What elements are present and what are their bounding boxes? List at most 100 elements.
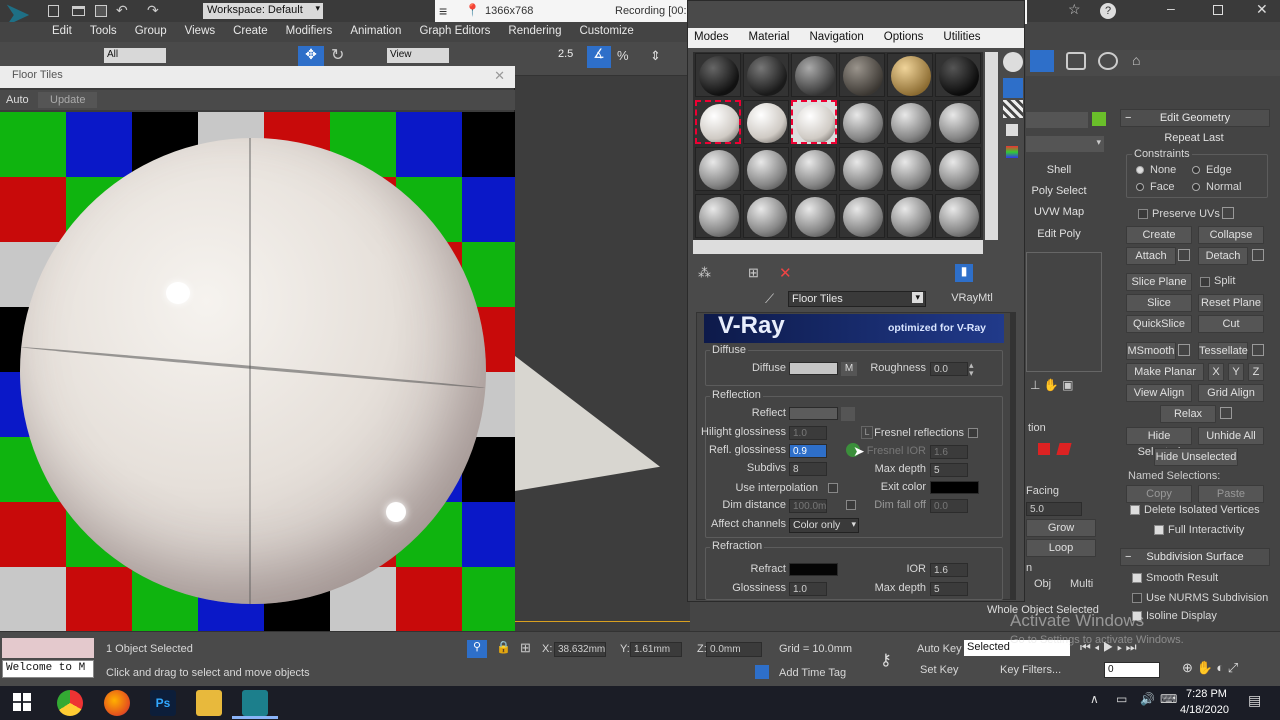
diffuse-color-swatch[interactable] (789, 362, 838, 375)
full-interactivity-checkbox[interactable] (1154, 525, 1164, 535)
make-planar-button[interactable]: Make Planar (1126, 363, 1204, 381)
make-planar-y-button[interactable]: Y (1228, 363, 1244, 381)
workspace-dropdown[interactable]: Workspace: Default ▾ (203, 3, 323, 19)
menu-utilities[interactable]: Utilities (937, 28, 980, 43)
cut-button[interactable]: Cut (1198, 315, 1264, 333)
unhide-all-button[interactable]: Unhide All (1198, 427, 1264, 445)
delete-material-icon[interactable]: ✕ (779, 264, 792, 282)
assign-material-icon[interactable]: ⊞ (748, 265, 759, 281)
slots-h-scrollbar[interactable] (693, 240, 983, 254)
window-close-icon[interactable]: ✕ (1256, 1, 1268, 18)
help-icon[interactable]: ? (1100, 3, 1116, 19)
dim-distance-input[interactable]: 100.0m (789, 499, 827, 513)
refraction-glossiness-input[interactable]: 1.0 (789, 582, 827, 596)
refl-glossiness-input[interactable]: 0.9 (789, 444, 827, 458)
menu-graph-editors[interactable]: Graph Editors (410, 22, 499, 37)
sample-type-icon[interactable] (1003, 52, 1023, 72)
slice-plane-button[interactable]: Slice Plane (1126, 273, 1192, 291)
modify-tab-icon[interactable] (1066, 52, 1086, 70)
split-checkbox[interactable] (1200, 277, 1210, 287)
menu-material[interactable]: Material (743, 28, 790, 43)
fresnel-reflections-checkbox[interactable] (968, 428, 978, 438)
material-sample-slot[interactable] (791, 147, 837, 191)
roughness-input[interactable]: 0.0 (930, 362, 968, 376)
grid-align-button[interactable]: Grid Align (1198, 384, 1264, 402)
refraction-ior-input[interactable]: 1.6 (930, 563, 968, 577)
material-name-dropdown[interactable]: Floor Tiles ▾ (788, 291, 926, 307)
relax-button[interactable]: Relax (1160, 405, 1216, 423)
detach-button[interactable]: Detach (1198, 247, 1248, 265)
constraint-normal-radio[interactable] (1192, 183, 1200, 191)
material-sample-slot[interactable] (887, 147, 933, 191)
hierarchy-tab-icon[interactable] (1098, 52, 1118, 70)
make-planar-x-button[interactable]: X (1208, 363, 1224, 381)
copy-button[interactable]: Copy (1126, 485, 1192, 503)
subdivs-input[interactable]: 8 (789, 462, 827, 476)
qat-save-icon[interactable] (95, 5, 107, 17)
loop-button[interactable]: Loop (1026, 539, 1096, 557)
material-sample-slot[interactable] (935, 194, 981, 238)
add-time-tag-button[interactable]: Add Time Tag (779, 667, 846, 679)
material-sample-slot[interactable] (839, 53, 885, 97)
edit-geometry-rollout-header[interactable]: − Edit Geometry (1120, 109, 1270, 127)
auto-button[interactable]: Auto (6, 94, 29, 106)
material-sample-slot[interactable] (839, 147, 885, 191)
constraint-edge-radio[interactable] (1192, 166, 1200, 174)
menu-modes[interactable]: Modes (688, 28, 729, 43)
material-sample-slot[interactable] (743, 53, 789, 97)
selection-filter-dropdown[interactable]: All (104, 48, 166, 63)
pin-icon[interactable]: 📍 (465, 3, 480, 17)
material-sample-slot[interactable] (743, 100, 789, 144)
notification-icon[interactable]: ▤ (1248, 692, 1261, 709)
smooth-result-checkbox[interactable] (1132, 573, 1142, 583)
material-sample-slot[interactable] (743, 147, 789, 191)
modifier-color-swatch[interactable] (1092, 112, 1106, 126)
add-time-tag-icon[interactable] (755, 665, 769, 679)
hide-unselected-button[interactable]: Hide Unselected (1154, 448, 1238, 466)
slots-scrollbar[interactable] (985, 52, 998, 240)
language-icon[interactable]: ⌨ (1160, 692, 1177, 706)
material-sample-slot[interactable] (935, 147, 981, 191)
maxscript-mini-listener[interactable]: Welcome to M (2, 660, 94, 678)
file-explorer-icon[interactable] (196, 690, 222, 716)
material-sample-slot[interactable] (791, 53, 837, 97)
taskbar-date[interactable]: 4/18/2020 (1180, 704, 1229, 716)
view-align-button[interactable]: View Align (1126, 384, 1192, 402)
msmooth-button[interactable]: MSmooth (1126, 342, 1176, 360)
make-planar-z-button[interactable]: Z (1248, 363, 1264, 381)
motion-tab-icon[interactable]: ⌂ (1132, 52, 1140, 68)
relax-settings-icon[interactable] (1220, 407, 1232, 419)
angle-snap-icon[interactable]: ∡ (587, 46, 611, 68)
get-material-icon[interactable]: ⁂ (698, 265, 711, 281)
menu-rendering[interactable]: Rendering (499, 22, 570, 37)
tessellate-settings-icon[interactable] (1252, 344, 1264, 356)
msmooth-settings-icon[interactable] (1178, 344, 1190, 356)
menu-create[interactable]: Create (224, 22, 277, 37)
background-icon[interactable] (1003, 100, 1023, 118)
undo-icon[interactable]: ↶ (116, 2, 128, 19)
photoshop-icon[interactable]: Ps (150, 690, 176, 716)
attach-settings-icon[interactable] (1178, 249, 1190, 261)
constraint-none-radio[interactable] (1136, 166, 1144, 174)
backlight-icon[interactable] (1003, 78, 1023, 98)
select-move-icon[interactable]: ✥ (298, 46, 324, 66)
window-minimize-icon[interactable]: – (1167, 0, 1175, 16)
menu-icon[interactable]: ≡ (439, 3, 447, 19)
absolute-mode-icon[interactable]: ⊞ (520, 640, 531, 656)
view-dropdown[interactable]: View (387, 48, 449, 63)
params-scrollbar[interactable] (1010, 312, 1016, 600)
affect-channels-dropdown[interactable]: Color only ▾ (789, 518, 859, 533)
reflect-map-button[interactable] (841, 407, 855, 421)
menu-options[interactable]: Options (878, 28, 924, 43)
partial-value-input[interactable]: 5.0 (1026, 502, 1082, 516)
z-coord-input[interactable]: 0.0mm (706, 642, 762, 657)
material-type-button[interactable]: VRayMtl (932, 292, 1012, 306)
tray-chevron-icon[interactable]: ∧ (1090, 692, 1099, 706)
modifier-uvw-map[interactable]: UVW Map (1030, 204, 1088, 222)
material-sample-slot[interactable] (887, 100, 933, 144)
3dsmax-taskbar-icon[interactable] (242, 690, 268, 716)
x-coord-input[interactable]: 38.632mm (554, 642, 606, 657)
modifier-poly-select[interactable]: Poly Select (1030, 183, 1088, 201)
subdivision-surface-rollout-header[interactable]: − Subdivision Surface (1120, 548, 1270, 566)
star-icon[interactable]: ☆ (1068, 1, 1081, 18)
